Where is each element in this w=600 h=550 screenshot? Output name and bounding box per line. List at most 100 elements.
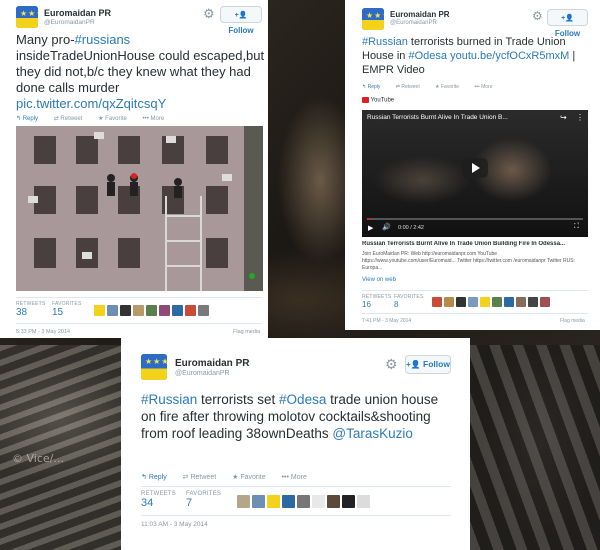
avatar[interactable] (172, 305, 183, 316)
hashtag-russian[interactable]: #Russian (362, 36, 408, 48)
more-button[interactable]: ••• More (474, 84, 499, 90)
video-title: Russian Terrorists Burnt Alive In Trade … (367, 114, 508, 121)
avatar[interactable] (456, 297, 466, 307)
avatar[interactable] (185, 305, 196, 316)
favorites-stat[interactable]: FAVORITES 8 (394, 294, 424, 309)
account-name[interactable]: Euromaidan PR (175, 358, 249, 369)
avatar[interactable] (94, 305, 105, 316)
add-user-icon: +👤 (561, 15, 574, 22)
reply-button[interactable]: ↰ Reply (16, 116, 45, 122)
avatar[interactable] (342, 495, 355, 508)
view-on-web-link[interactable]: View on web (362, 277, 396, 283)
hashtag-russians[interactable]: #russians (75, 32, 131, 47)
video-link[interactable]: youtu.be/ycfOCxR5mxM (450, 50, 569, 62)
favorite-button[interactable]: ★ Favorite (435, 84, 466, 90)
favorite-button[interactable]: ★ Favorite (98, 116, 134, 122)
more-button[interactable]: ••• More (282, 474, 314, 481)
avatar[interactable] (432, 297, 442, 307)
follow-button[interactable]: +👤 Follow (405, 355, 451, 374)
video-card-title[interactable]: Russian Terrorists Burnt Alive In Trade … (362, 241, 590, 247)
tweet-timestamp[interactable]: 7:41 PM - 3 May 2014 (362, 318, 411, 324)
play-button[interactable] (462, 158, 488, 178)
volume-icon[interactable]: 🔊 (382, 223, 391, 231)
mention-taraskuzio[interactable]: @TarasKuzio (332, 426, 413, 441)
building-photo[interactable] (16, 126, 263, 291)
avatar[interactable]: ★★★ (141, 354, 167, 380)
avatar[interactable] (120, 305, 131, 316)
tweet-timestamp[interactable]: 5:33 PM - 3 May 2014 (16, 329, 70, 335)
youtube-icon (362, 97, 369, 103)
account-handle[interactable]: @EuromaidanPR (44, 19, 95, 26)
tweet-actions: ↰ Reply ⇄ Retweet ★ Favorite ••• More (141, 473, 321, 481)
avatar[interactable] (198, 305, 209, 316)
fullscreen-icon[interactable]: ⛶ (574, 223, 579, 231)
avatar[interactable] (528, 297, 538, 307)
avatar[interactable] (267, 495, 280, 508)
video-time: 0:00 / 2:42 (398, 225, 424, 231)
retweets-stat[interactable]: RETWEETS 34 (141, 491, 176, 509)
account-handle[interactable]: @EuromaidanPR (390, 20, 437, 26)
hashtag-russian[interactable]: #Russian (141, 392, 197, 407)
youtube-source[interactable]: YouTube (362, 97, 394, 104)
pic-link[interactable]: pic.twitter.com/qxZqitcsqY (16, 96, 266, 112)
avatar[interactable] (312, 495, 325, 508)
avatar[interactable]: ★★★ (362, 8, 384, 30)
gear-icon[interactable]: ⚙ (385, 356, 398, 373)
reply-button[interactable]: ↰ Reply (362, 84, 387, 90)
building-photo-svg (16, 126, 263, 291)
avatar[interactable] (133, 305, 144, 316)
gear-icon[interactable]: ⚙ (203, 6, 215, 22)
avatar[interactable] (468, 297, 478, 307)
favorite-button[interactable]: ★ Favorite (232, 474, 273, 481)
flag-media-link[interactable]: Flag media (560, 318, 585, 324)
account-name[interactable]: Euromaidan PR (44, 8, 111, 18)
reply-button[interactable]: ↰ Reply (141, 474, 174, 481)
tweet-timestamp[interactable]: 11:03 AM - 3 May 2014 (141, 521, 208, 528)
avatar[interactable] (107, 305, 118, 316)
retweet-button[interactable]: ⇄ Retweet (396, 84, 427, 90)
hashtag-odesa[interactable]: #Odesa (279, 392, 326, 407)
controls-play-icon[interactable]: ▶ (368, 224, 373, 232)
watermark: © Vice/... (12, 452, 64, 465)
video-card-description: Join EuroMaidan PR: Web http://euromaida… (362, 251, 575, 271)
more-options-icon[interactable]: ⋮ (576, 113, 584, 122)
more-button[interactable]: ••• More (143, 116, 172, 122)
hashtag-odesa[interactable]: #Odesa (408, 50, 447, 62)
follow-button[interactable]: +👤 Follow (547, 9, 588, 38)
tweet-card-2: ★★★ Euromaidan PR @EuromaidanPR ⚙ +👤 Fol… (345, 0, 600, 330)
avatar[interactable] (297, 495, 310, 508)
avatar[interactable]: ★★★ (16, 6, 38, 28)
flag-media-link[interactable]: Flag media (233, 329, 260, 335)
gear-icon[interactable]: ⚙ (532, 9, 543, 23)
tweet-text: #Russian terrorists burned in Trade Unio… (362, 36, 576, 76)
avatar[interactable] (540, 297, 550, 307)
share-icon[interactable]: ↪ (560, 113, 567, 122)
retweet-button[interactable]: ⇄ Retweet (54, 116, 90, 122)
retweets-stat[interactable]: RETWEETS 16 (362, 294, 391, 309)
avatar[interactable] (492, 297, 502, 307)
favorites-stat[interactable]: FAVORITES 7 (186, 491, 221, 509)
avatar[interactable] (444, 297, 454, 307)
avatar[interactable] (327, 495, 340, 508)
retweets-stat[interactable]: RETWEETS 38 (16, 301, 45, 318)
tweet-text: Many pro-#russians insideTradeUnionHouse… (16, 32, 266, 112)
avatar[interactable] (159, 305, 170, 316)
avatar[interactable] (480, 297, 490, 307)
avatar[interactable] (252, 495, 265, 508)
retweet-button[interactable]: ⇄ Retweet (183, 474, 224, 481)
follow-button[interactable]: +👤 Follow (220, 6, 262, 35)
rubble-photo (0, 345, 122, 550)
video-progress[interactable] (367, 218, 583, 220)
avatar[interactable] (146, 305, 157, 316)
video-player[interactable]: Russian Terrorists Burnt Alive In Trade … (362, 110, 588, 237)
account-handle[interactable]: @EuromaidanPR (175, 370, 230, 377)
avatar[interactable] (237, 495, 250, 508)
avatar[interactable] (357, 495, 370, 508)
avatar[interactable] (504, 297, 514, 307)
account-name[interactable]: Euromaidan PR (390, 10, 450, 19)
favorites-stat[interactable]: FAVORITES 15 (52, 301, 82, 318)
avatar[interactable] (516, 297, 526, 307)
add-user-icon: +👤 (234, 12, 248, 19)
avatar[interactable] (282, 495, 295, 508)
grill-photo (470, 345, 600, 550)
